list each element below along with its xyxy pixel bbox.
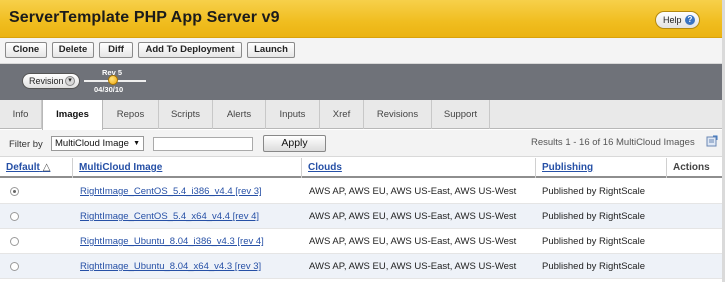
- export-icon[interactable]: [706, 135, 718, 147]
- revision-selector-label: Revision: [29, 76, 64, 86]
- column-multicloud-image[interactable]: MultiCloud Image: [73, 158, 302, 178]
- tab-bar: Info Images Repos Scripts Alerts Inputs …: [0, 100, 725, 130]
- publishing-cell: Published by RightScale: [542, 211, 645, 222]
- help-label: Help: [663, 15, 682, 25]
- revision-marker[interactable]: [108, 75, 118, 85]
- tab-xref[interactable]: Xref: [320, 100, 364, 129]
- launch-button[interactable]: Launch: [247, 42, 295, 58]
- table-row: RightImage_CentOS_5.4_i386_v4.4 [rev 3] …: [0, 179, 725, 204]
- table-row: RightImage_CentOS_5.4_x64_v4.4 [rev 4] A…: [0, 204, 725, 229]
- column-default-label: Default: [6, 162, 40, 173]
- tab-images[interactable]: Images: [42, 100, 103, 130]
- sort-indicator: △: [42, 162, 51, 173]
- image-cell: RightImage_CentOS_5.4_i386_v4.4 [rev 3]: [74, 179, 262, 204]
- default-radio[interactable]: [10, 212, 19, 221]
- diff-button[interactable]: Diff: [99, 42, 133, 58]
- help-button[interactable]: Help ?: [655, 11, 700, 29]
- tab-scripts[interactable]: Scripts: [159, 100, 213, 129]
- filter-select-value: MultiCloud Image: [55, 138, 129, 149]
- tab-support[interactable]: Support: [432, 100, 490, 129]
- publishing-cell: Published by RightScale: [542, 186, 645, 197]
- table-header: Default △ MultiCloud Image Clouds Publis…: [0, 158, 725, 178]
- chevron-down-icon: ▼: [133, 140, 140, 147]
- column-actions: Actions: [673, 162, 710, 173]
- default-radio[interactable]: [10, 187, 19, 196]
- table-row: RightImage_Ubuntu_8.04_i386_v4.3 [rev 4]…: [0, 229, 725, 254]
- chevron-down-icon: ▾: [65, 76, 75, 86]
- revision-date: 04/30/10: [94, 85, 124, 94]
- column-clouds[interactable]: Clouds: [302, 158, 536, 178]
- tab-repos[interactable]: Repos: [103, 100, 159, 129]
- image-link[interactable]: RightImage_CentOS_5.4_i386_v4.4 [rev 3]: [80, 186, 262, 197]
- results-count: Results 1 - 16 of 16 MultiCloud Images: [531, 137, 695, 148]
- page-title: ServerTemplate PHP App Server v9: [9, 9, 280, 26]
- image-cell: RightImage_Ubuntu_8.04_i386_v4.3 [rev 4]: [74, 229, 264, 254]
- question-mark-icon: ?: [685, 15, 695, 25]
- delete-button[interactable]: Delete: [52, 42, 94, 58]
- revision-selector[interactable]: Revision ▾: [22, 73, 80, 89]
- clone-button[interactable]: Clone: [5, 42, 47, 58]
- filter-field-select[interactable]: MultiCloud Image ▼: [51, 136, 144, 151]
- action-toolbar: Clone Delete Diff Add To Deployment Laun…: [0, 38, 725, 64]
- column-publishing[interactable]: Publishing: [536, 158, 667, 178]
- filter-query-input[interactable]: [153, 137, 253, 151]
- publishing-cell: Published by RightScale: [542, 236, 645, 247]
- column-default[interactable]: Default △: [0, 158, 73, 178]
- image-cell: RightImage_Ubuntu_8.04_x64_v4.3 [rev 3]: [74, 254, 261, 279]
- clouds-cell: AWS AP, AWS EU, AWS US-East, AWS US-West: [309, 211, 517, 222]
- table-row: RightImage_Ubuntu_8.04_x64_v4.3 [rev 3] …: [0, 254, 725, 279]
- tab-alerts[interactable]: Alerts: [213, 100, 266, 129]
- publishing-cell: Published by RightScale: [542, 261, 645, 272]
- revision-timeline: Revision ▾ Rev 5 04/30/10: [0, 64, 725, 100]
- image-cell: RightImage_CentOS_5.4_x64_v4.4 [rev 4]: [74, 204, 259, 229]
- tab-inputs[interactable]: Inputs: [266, 100, 320, 129]
- add-to-deployment-button[interactable]: Add To Deployment: [138, 42, 242, 58]
- default-radio[interactable]: [10, 237, 19, 246]
- image-link[interactable]: RightImage_Ubuntu_8.04_x64_v4.3 [rev 3]: [80, 261, 261, 272]
- image-link[interactable]: RightImage_CentOS_5.4_x64_v4.4 [rev 4]: [80, 211, 259, 222]
- apply-button[interactable]: Apply: [263, 135, 326, 152]
- page-header: ServerTemplate PHP App Server v9 Help ?: [0, 0, 725, 38]
- tab-revisions[interactable]: Revisions: [364, 100, 432, 129]
- clouds-cell: AWS AP, AWS EU, AWS US-East, AWS US-West: [309, 236, 517, 247]
- default-radio[interactable]: [10, 262, 19, 271]
- clouds-cell: AWS AP, AWS EU, AWS US-East, AWS US-West: [309, 186, 517, 197]
- clouds-cell: AWS AP, AWS EU, AWS US-East, AWS US-West: [309, 261, 517, 272]
- tab-info[interactable]: Info: [0, 100, 42, 129]
- image-link[interactable]: RightImage_Ubuntu_8.04_i386_v4.3 [rev 4]: [80, 236, 264, 247]
- filter-label: Filter by: [9, 139, 43, 150]
- filter-bar: Filter by MultiCloud Image ▼ Apply Resul…: [0, 130, 725, 157]
